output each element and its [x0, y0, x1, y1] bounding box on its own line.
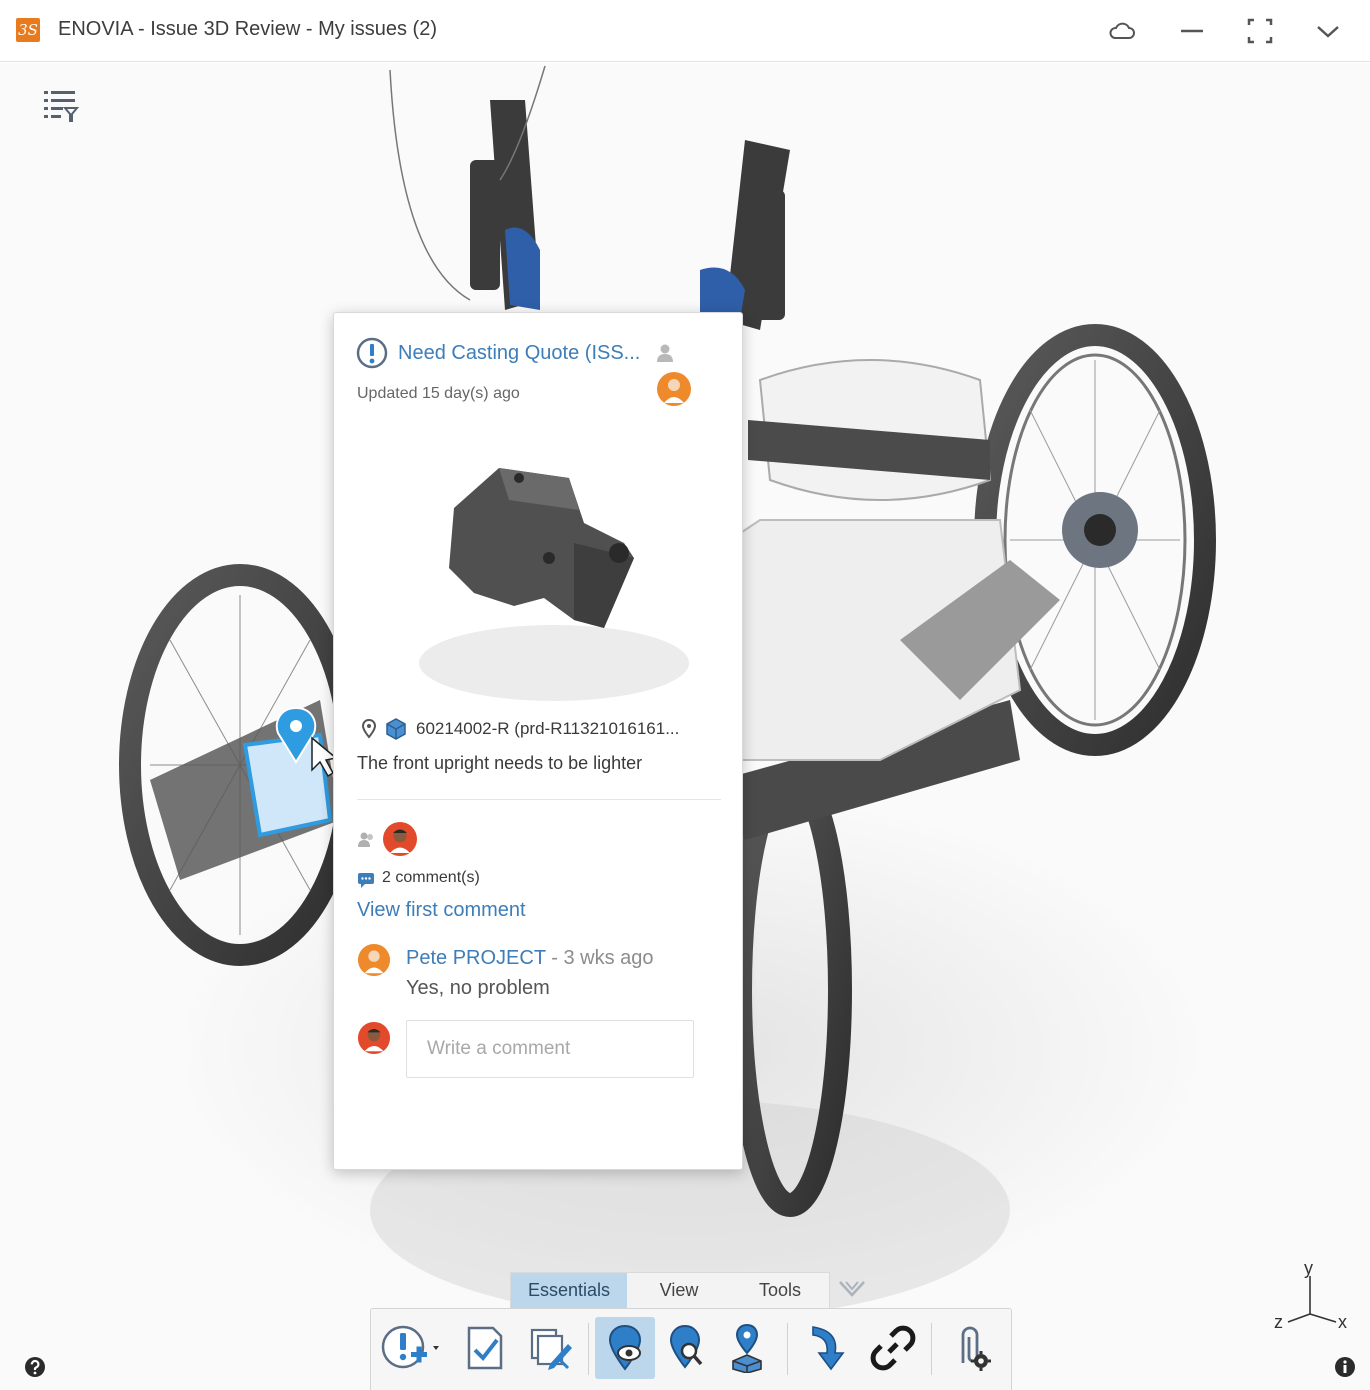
issue-updated-text: Updated 15 day(s) ago [357, 385, 520, 402]
action-bar-tabs: Essentials View Tools [510, 1272, 830, 1308]
app-logo-icon: 3S [16, 18, 40, 42]
part-thumbnail[interactable] [394, 448, 704, 708]
window-menu-button[interactable] [1312, 16, 1344, 46]
write-comment-input[interactable] [406, 1020, 694, 1078]
tab-view[interactable]: View [627, 1273, 731, 1308]
toolbar-separator [931, 1323, 932, 1375]
pin-icon [361, 719, 377, 739]
show-issues-button[interactable] [595, 1317, 655, 1379]
assignee-avatar[interactable] [382, 821, 418, 857]
edit-issues-button[interactable] [521, 1317, 581, 1379]
compass-x-label: x [1338, 1312, 1347, 1332]
title-bar: 3S ENOVIA - Issue 3D Review - My issues … [0, 0, 1370, 62]
pin-search-icon [669, 1324, 703, 1369]
validate-checklist-icon [467, 1326, 503, 1370]
link-button[interactable] [863, 1317, 923, 1379]
fullscreen-icon [1247, 18, 1273, 44]
link-chain-icon [870, 1325, 916, 1371]
validate-button[interactable] [455, 1317, 515, 1379]
toolbar-separator [588, 1323, 589, 1375]
collapse-action-bar-icon[interactable] [836, 1276, 868, 1302]
cloud-button[interactable] [1106, 16, 1138, 46]
action-bar [370, 1308, 1012, 1390]
issue-card[interactable]: Need Casting Quote (ISS... Updated 15 da… [333, 312, 743, 1170]
issue-icon [356, 337, 388, 369]
comment-count: 2 comment(s) [382, 869, 480, 886]
cloud-icon [1109, 22, 1135, 39]
comment-separator: - [545, 947, 564, 969]
assignees-icon [358, 832, 373, 847]
current-user-avatar [357, 1021, 391, 1055]
compass-z-label: z [1274, 1312, 1283, 1332]
create-issue-icon [381, 1325, 439, 1369]
pin-eye-icon [608, 1324, 642, 1371]
create-issue-button[interactable] [377, 1317, 443, 1379]
minimize-icon [1181, 29, 1203, 33]
issue-location-button[interactable] [717, 1317, 777, 1379]
toolbar-separator [787, 1323, 788, 1375]
filter-list-icon[interactable] [40, 86, 80, 126]
help-icon[interactable] [24, 1356, 46, 1378]
tab-tools[interactable]: Tools [731, 1273, 829, 1308]
comment-header: Pete PROJECT - 3 wks ago [406, 947, 654, 970]
owner-avatar[interactable] [656, 371, 692, 407]
route-arrow-icon [812, 1326, 845, 1371]
issue-description: The front upright needs to be lighter [357, 753, 643, 773]
card-divider [357, 799, 721, 800]
comment-time: 3 wks ago [563, 947, 654, 969]
pin-product-icon [732, 1323, 762, 1373]
owner-person-icon [657, 344, 673, 362]
product-icon [386, 718, 406, 740]
attachment-settings-button[interactable] [941, 1317, 1001, 1379]
info-icon[interactable] [1334, 1356, 1356, 1378]
axis-compass[interactable]: y x z [1272, 1258, 1356, 1342]
comment-icon [358, 873, 374, 888]
issue-title-link[interactable]: Need Casting Quote (ISS... [398, 342, 640, 365]
minimize-button[interactable] [1176, 16, 1208, 46]
comment-text: Yes, no problem [406, 977, 550, 999]
find-issue-button[interactable] [657, 1317, 717, 1379]
route-issue-button[interactable] [797, 1317, 857, 1379]
chevron-down-icon [1317, 26, 1339, 38]
product-reference[interactable]: 60214002-R (prd-R11321016161... [416, 719, 679, 739]
paperclip-gear-icon [961, 1326, 991, 1371]
edit-issues-icon [530, 1328, 572, 1370]
window-title: ENOVIA - Issue 3D Review - My issues (2) [58, 18, 437, 40]
tab-essentials[interactable]: Essentials [511, 1273, 627, 1308]
comment-author-avatar[interactable] [357, 943, 391, 977]
compass-y-label: y [1304, 1258, 1313, 1278]
view-first-comment-link[interactable]: View first comment [357, 899, 526, 922]
fullscreen-button[interactable] [1244, 16, 1276, 46]
comment-author-link[interactable]: Pete PROJECT [406, 947, 546, 969]
issue-title-row[interactable]: Need Casting Quote (ISS... [356, 337, 640, 369]
